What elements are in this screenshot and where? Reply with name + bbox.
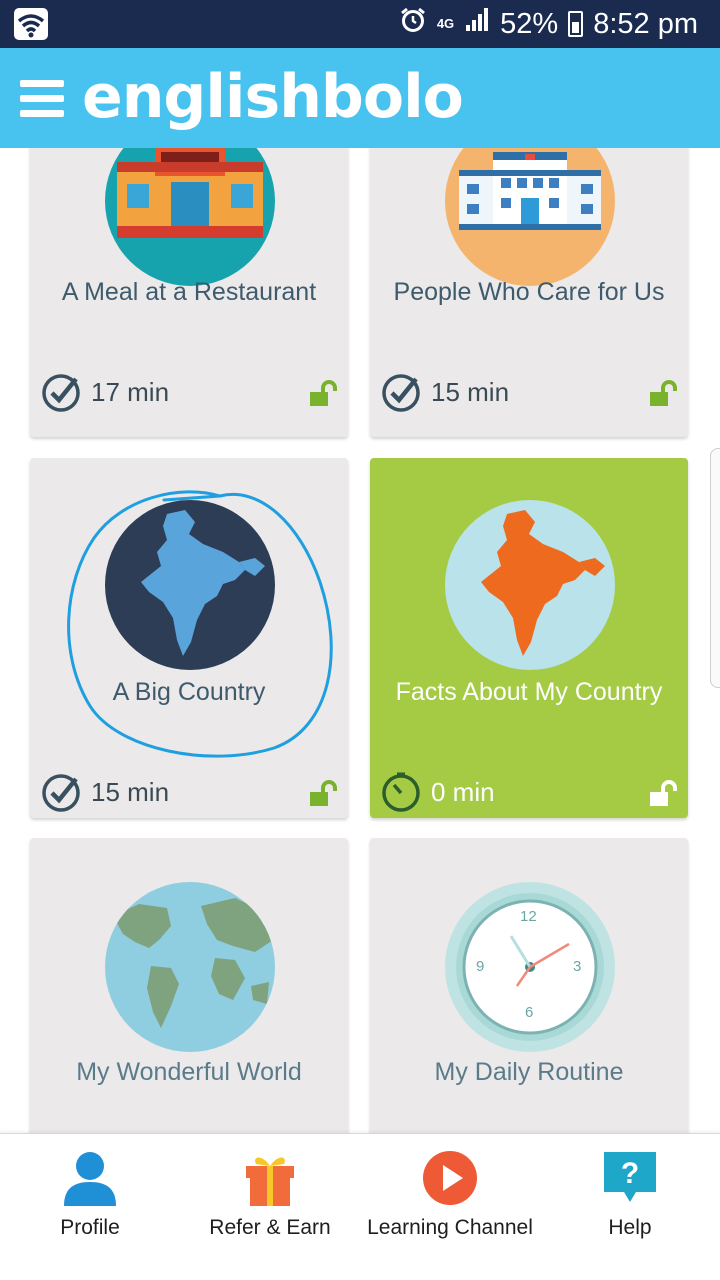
battery-icon [568, 11, 584, 37]
clock-number: 3 [573, 958, 582, 975]
clock-number: 12 [520, 908, 537, 925]
lesson-duration: 15 min [431, 377, 510, 407]
lesson-title: A Big Country [112, 678, 266, 706]
clock-number: 9 [476, 958, 485, 975]
completed-timer-icon [42, 774, 80, 812]
lesson-title: My Daily Routine [434, 1058, 624, 1086]
nav-label: Learning Channel [367, 1216, 533, 1239]
nav-help[interactable]: ? Help [540, 1134, 720, 1280]
app-logo: englishbolo [82, 62, 464, 132]
clock-illustration: 12 3 6 9 [445, 882, 615, 1052]
status-bar: 4G 52% 8:52 pm [0, 0, 720, 48]
nav-learning-channel[interactable]: Learning Channel [360, 1134, 540, 1280]
clock-time: 8:52 pm [593, 7, 698, 40]
lesson-title: People Who Care for Us [393, 278, 665, 306]
unlock-icon [650, 780, 677, 806]
lesson-card[interactable]: 12 3 6 9 My Daily Routine [370, 838, 688, 1133]
lesson-card[interactable]: A Big Country 15 min [30, 458, 348, 818]
nav-label: Help [608, 1216, 652, 1239]
signal-icon [464, 7, 490, 41]
nav-label: Refer & Earn [209, 1216, 331, 1239]
nav-refer-earn[interactable]: Refer & Earn [180, 1134, 360, 1280]
lesson-duration: 0 min [431, 777, 495, 807]
globe-illustration [105, 882, 275, 1052]
alarm-icon [399, 6, 427, 42]
help-icon: ? [604, 1152, 656, 1202]
clock-number: 6 [525, 1004, 534, 1021]
battery-percent: 52% [500, 7, 559, 40]
gift-icon [246, 1157, 294, 1206]
nav-profile[interactable]: Profile [0, 1134, 180, 1280]
unlock-icon [310, 380, 337, 406]
unlock-icon [310, 780, 337, 806]
lesson-card[interactable]: People Who Care for Us 15 min [370, 148, 688, 437]
completed-timer-icon [382, 374, 420, 412]
app-bar: englishbolo [0, 48, 720, 148]
svg-text:?: ? [621, 1157, 639, 1190]
lesson-card[interactable]: My Wonderful World [30, 838, 348, 1133]
restaurant-illustration [105, 148, 275, 286]
network-type: 4G [436, 16, 455, 31]
wifi-icon [14, 8, 48, 40]
unlock-icon [650, 380, 677, 406]
lesson-title: My Wonderful World [76, 1058, 302, 1086]
hospital-illustration [445, 148, 615, 286]
bottom-navigation: Profile Refer & Earn Learning Channel ? … [0, 1133, 720, 1280]
india-map-illustration [105, 500, 275, 670]
lesson-card[interactable]: A Meal at a Restaurant 17 min [30, 148, 348, 437]
play-icon [423, 1151, 477, 1205]
completed-timer-icon [42, 374, 80, 412]
lesson-duration: 15 min [91, 777, 170, 807]
india-map-illustration [445, 500, 615, 670]
timer-icon [382, 772, 420, 812]
profile-icon [64, 1152, 116, 1206]
nav-label: Profile [60, 1216, 120, 1239]
menu-icon[interactable] [20, 80, 64, 118]
lesson-card-current[interactable]: Facts About My Country 0 min [370, 458, 688, 818]
lesson-duration: 17 min [91, 377, 170, 407]
lesson-grid[interactable]: A Meal at a Restaurant 17 min People Who… [0, 148, 720, 1133]
lesson-title: A Meal at a Restaurant [61, 278, 317, 306]
lesson-title: Facts About My Country [395, 678, 663, 706]
scroll-indicator[interactable] [710, 448, 720, 688]
